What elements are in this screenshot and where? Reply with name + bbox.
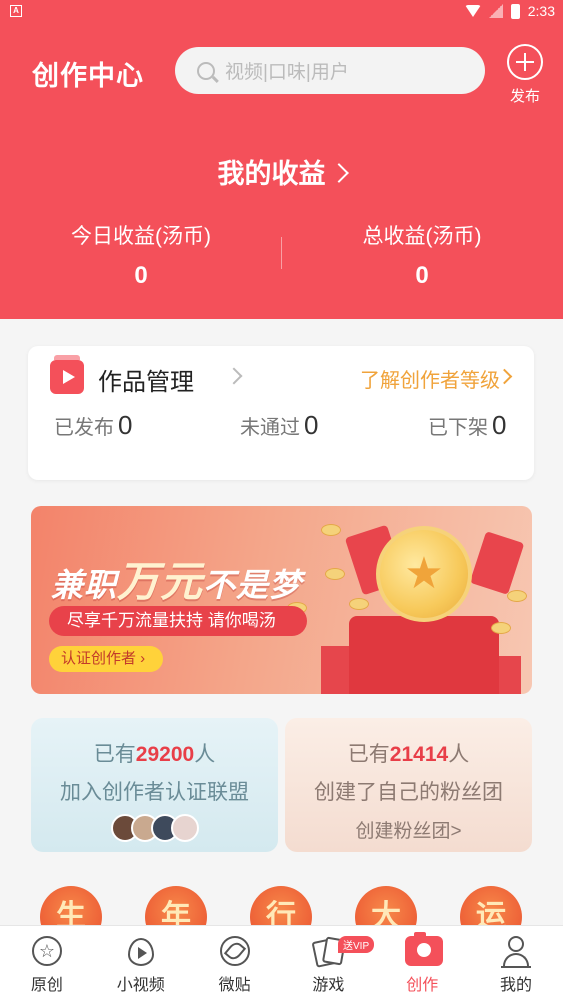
red-envelope-graphic [469, 531, 525, 595]
camera-icon [405, 932, 444, 966]
total-income-label: 总收益(汤币) [362, 225, 482, 248]
rejected-label: 未通过 [240, 417, 300, 439]
nav-label: 创作 [406, 977, 439, 994]
wifi-icon [464, 5, 481, 17]
festive-row: 生 年 行 大 运 [0, 886, 563, 948]
fan-count: 21414 [389, 743, 449, 766]
coin-graphic [321, 524, 341, 536]
signal-icon [488, 4, 503, 18]
header: 创作中心 视频|口味|用户 发布 我的收益 今日收益(汤币) 0 总收益(汤币)… [0, 24, 563, 319]
banner-subline: 尽享千万流量扶持 请你喝汤 [49, 606, 307, 636]
rejected-stat[interactable]: 未通过 0 [240, 410, 318, 441]
nav-item-micro-post[interactable]: 微贴 [188, 926, 282, 1002]
publish-label: 发布 [509, 88, 540, 105]
coin-graphic [507, 590, 527, 602]
creator-alliance-card[interactable]: 已有29200人 加入创作者认证联盟 [31, 718, 278, 852]
fan-count-line: 已有21414人 [285, 738, 532, 768]
promo-banner[interactable]: ★ 兼职万元不是梦 尽享千万流量扶持 请你喝汤 认证创作者 › [31, 506, 532, 694]
coin-graphic [491, 622, 511, 634]
search-icon [197, 61, 215, 80]
total-income-value: 0 [415, 262, 429, 289]
status-bar: A 2:33 [0, 0, 563, 24]
nav-item-original[interactable]: ☆ 原创 [0, 926, 94, 1002]
total-income: 总收益(汤币) 0 [281, 220, 563, 290]
star-icon: ★ [404, 549, 444, 598]
alliance-prefix: 已有 [93, 743, 136, 766]
fan-prefix: 已有 [347, 743, 390, 766]
published-count: 0 [118, 410, 133, 440]
coin-graphic [349, 598, 369, 610]
fan-suffix: 人 [448, 743, 470, 766]
chevron-right-icon [225, 367, 243, 385]
nav-label: 原创 [30, 977, 63, 994]
avatar [170, 814, 199, 842]
removed-stat[interactable]: 已下架 0 [428, 410, 506, 441]
works-management-card: 作品管理 了解创作者等级 已发布 0 未通过 0 已下架 0 [28, 346, 534, 480]
clock: 2:33 [527, 3, 555, 19]
chevron-right-icon [328, 163, 349, 183]
coin-graphic [325, 568, 345, 580]
alliance-description: 加入创作者认证联盟 [60, 781, 249, 804]
banner-headline-2: 万元 [117, 558, 204, 605]
alliance-suffix: 人 [194, 743, 216, 766]
certify-creator-label: 认证创作者 [61, 650, 137, 667]
removed-count: 0 [492, 410, 507, 440]
fan-description: 创建了自己的粉丝团 [314, 781, 503, 804]
certify-creator-button[interactable]: 认证创作者 › [49, 646, 163, 672]
published-label: 已发布 [54, 417, 114, 439]
avatar-group [31, 814, 278, 842]
pedestal-graphic [349, 616, 499, 694]
removed-label: 已下架 [428, 417, 488, 439]
rejected-count: 0 [304, 410, 319, 440]
create-fan-group-link[interactable]: 创建粉丝团> [285, 816, 532, 843]
nav-label: 小视频 [116, 977, 165, 994]
plus-circle-icon [507, 44, 543, 80]
my-income-link[interactable]: 我的收益 [0, 152, 563, 191]
nav-label: 微贴 [218, 977, 251, 994]
notification-a-icon: A [10, 5, 22, 17]
today-income: 今日收益(汤币) 0 [0, 220, 282, 290]
vip-badge: 送VIP [338, 936, 375, 953]
nav-item-create[interactable]: 创作 [375, 926, 469, 1002]
nav-label: 我的 [500, 977, 533, 994]
banner-headline-1: 兼职 [51, 567, 118, 603]
today-income-label: 今日收益(汤币) [71, 225, 211, 248]
search-placeholder: 视频|口味|用户 [225, 62, 349, 83]
my-income-title: 我的收益 [217, 159, 326, 189]
nav-label: 游戏 [312, 977, 345, 994]
works-management-link[interactable]: 作品管理 [98, 362, 194, 397]
creator-level-link[interactable]: 了解创作者等级 [360, 364, 500, 393]
published-stat[interactable]: 已发布 0 [54, 410, 132, 441]
today-income-value: 0 [134, 262, 148, 289]
nav-item-me[interactable]: 我的 [469, 926, 563, 1002]
banner-headline: 兼职万元不是梦 [51, 548, 302, 609]
alliance-count: 29200 [135, 743, 195, 766]
nav-item-short-video[interactable]: 小视频 [94, 926, 188, 1002]
video-play-icon [50, 355, 84, 394]
battery-icon [510, 3, 520, 19]
bottom-nav: ☆ 原创 小视频 微贴 游戏 创作 我的 [0, 925, 563, 1002]
search-input[interactable]: 视频|口味|用户 [175, 47, 485, 94]
fan-group-card[interactable]: 已有21414人 创建了自己的粉丝团 创建粉丝团> [285, 718, 532, 852]
publish-button[interactable]: 发布 [505, 44, 545, 106]
alliance-count-line: 已有29200人 [31, 738, 278, 768]
banner-headline-3: 不是梦 [203, 567, 303, 603]
page-title: 创作中心 [32, 61, 144, 91]
person-icon [499, 934, 533, 968]
